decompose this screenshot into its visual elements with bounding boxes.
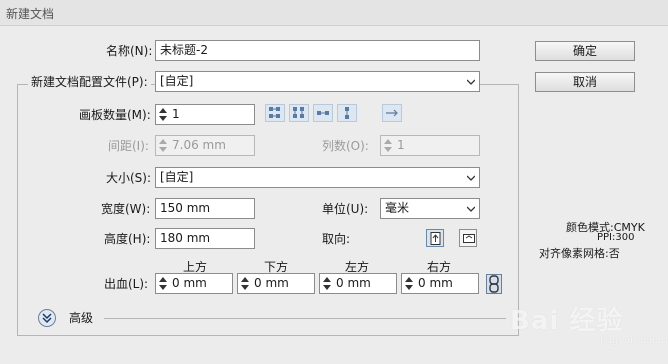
- bleed-label: 出血(L):: [104, 277, 149, 291]
- size-select[interactable]: [自定]: [155, 167, 480, 188]
- bleed-left-stepper[interactable]: 0 mm: [319, 273, 397, 294]
- ppi-text: PPI:300: [597, 232, 635, 243]
- bleed-top-stepper[interactable]: 0 mm: [155, 273, 233, 294]
- portrait-orientation-button[interactable]: [426, 229, 444, 247]
- spinner-icon[interactable]: [404, 276, 414, 291]
- link-bleed-button[interactable]: [486, 274, 502, 294]
- bleed-bottom-stepper[interactable]: 0 mm: [237, 273, 315, 294]
- height-label: 高度(H):: [104, 232, 151, 246]
- watermark-url: jingyan.baidu.com: [600, 335, 668, 346]
- spinner-icon[interactable]: [158, 107, 168, 122]
- arrange-by-row-icon[interactable]: [313, 104, 333, 122]
- spinner-icon[interactable]: [158, 276, 168, 291]
- height-input[interactable]: 180 mm: [155, 228, 255, 249]
- width-label: 宽度(W):: [101, 202, 151, 216]
- spinner-icon: [158, 138, 168, 153]
- columns-label: 列数(O):: [322, 139, 369, 153]
- advanced-toggle-button[interactable]: [38, 309, 56, 327]
- size-label: 大小(S):: [106, 171, 152, 185]
- artboards-label: 画板数量(M):: [79, 108, 151, 122]
- profile-select[interactable]: [自定]: [155, 71, 480, 92]
- grid-by-column-icon[interactable]: [289, 104, 309, 122]
- advanced-label: 高级: [69, 311, 94, 325]
- chevron-down-icon: [467, 79, 475, 85]
- double-chevron-down-icon: [42, 313, 52, 324]
- chevron-down-icon: [467, 206, 475, 212]
- units-label: 单位(U):: [322, 202, 369, 216]
- chevron-down-icon: [467, 175, 475, 181]
- title-bar: 新建文档: [0, 0, 668, 26]
- units-select[interactable]: 毫米: [380, 198, 480, 219]
- spacing-label: 间距(I):: [108, 139, 149, 153]
- right-to-left-icon[interactable]: [382, 104, 402, 122]
- spinner-icon[interactable]: [322, 276, 332, 291]
- landscape-icon: [463, 234, 475, 243]
- artboards-stepper[interactable]: 1: [155, 104, 255, 125]
- portrait-icon: [430, 232, 441, 245]
- name-label: 名称(N):: [106, 44, 153, 58]
- name-input[interactable]: 未标题-2: [155, 40, 480, 61]
- bleed-right-stepper[interactable]: 0 mm: [401, 273, 479, 294]
- orientation-label: 取向:: [322, 232, 351, 246]
- chain-link-icon: [489, 275, 499, 293]
- window-title: 新建文档: [6, 7, 55, 21]
- spinner-icon: [383, 138, 393, 153]
- advanced-divider: [104, 318, 506, 319]
- spinner-icon[interactable]: [240, 276, 250, 291]
- pixel-grid-text: 对齐像素网格:否: [539, 247, 620, 260]
- watermark-logo: Bai 经验: [510, 306, 624, 336]
- columns-stepper: 1: [380, 135, 480, 156]
- profile-label: 新建文档配置文件(P):: [28, 73, 151, 91]
- landscape-orientation-button[interactable]: [459, 229, 477, 247]
- cancel-button[interactable]: 取消: [535, 72, 635, 92]
- ok-button[interactable]: 确定: [535, 41, 635, 61]
- spacing-stepper: 7.06 mm: [155, 135, 255, 156]
- width-input[interactable]: 150 mm: [155, 198, 255, 219]
- arrange-by-column-icon[interactable]: [337, 104, 357, 122]
- grid-by-row-icon[interactable]: [265, 104, 285, 122]
